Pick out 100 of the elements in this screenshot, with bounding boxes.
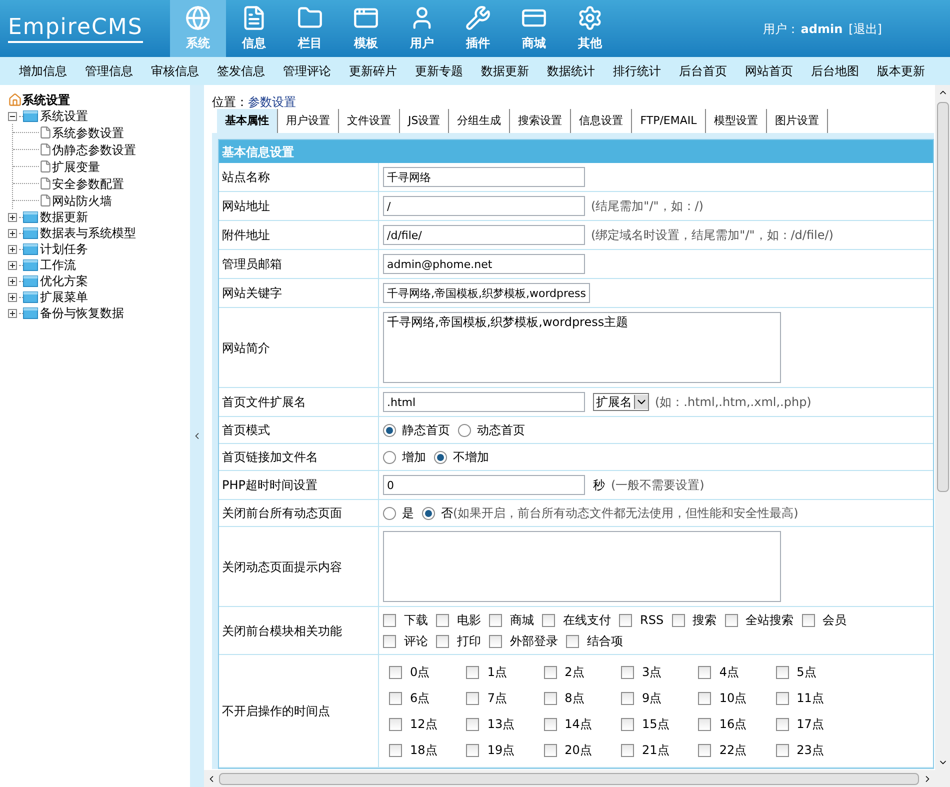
text-input[interactable]: .html <box>383 392 585 412</box>
checkbox[interactable] <box>802 614 815 626</box>
radio-button[interactable] <box>434 450 447 464</box>
menu-link[interactable]: 管理评论 <box>274 62 340 80</box>
checkbox[interactable] <box>466 666 480 678</box>
checkbox[interactable] <box>566 634 579 648</box>
checkbox[interactable] <box>621 666 634 678</box>
nav-tab[interactable]: 信息 <box>226 0 282 57</box>
checkbox[interactable] <box>724 614 738 626</box>
radio-button[interactable] <box>458 424 471 436</box>
tree-item[interactable]: 备份与恢复数据 <box>40 304 124 322</box>
radio-button[interactable] <box>383 424 396 436</box>
checkbox[interactable] <box>489 614 502 626</box>
tree-item[interactable]: 工作流 <box>40 256 76 274</box>
text-area[interactable]: 千寻网络,帝国模板,织梦模板,wordpress主题 <box>383 312 781 383</box>
checkbox[interactable] <box>389 692 402 704</box>
checkbox[interactable] <box>466 692 480 704</box>
checkbox[interactable] <box>544 666 557 678</box>
checkbox[interactable] <box>621 744 634 756</box>
nav-tab[interactable]: 商城 <box>506 0 562 57</box>
expand-icon[interactable] <box>8 292 17 302</box>
radio-button[interactable] <box>383 506 396 520</box>
checkbox[interactable] <box>436 634 449 648</box>
checkbox[interactable] <box>621 692 634 704</box>
checkbox[interactable] <box>466 744 480 756</box>
text-input[interactable]: 千寻网络,帝国模板,织梦模板,wordpress <box>383 283 590 303</box>
radio-button[interactable] <box>422 506 435 520</box>
expand-icon[interactable] <box>8 244 17 254</box>
breadcrumb-link[interactable]: 参数设置 <box>248 93 296 109</box>
menu-link[interactable]: 更新碎片 <box>340 62 406 80</box>
expand-icon[interactable] <box>8 260 17 270</box>
checkbox[interactable] <box>544 744 557 756</box>
menu-link[interactable]: 后台地图 <box>802 62 868 80</box>
text-input[interactable]: /d/file/ <box>383 225 585 245</box>
radio-button[interactable] <box>383 450 396 464</box>
dropdown[interactable]: 扩展名 <box>593 393 649 411</box>
text-input[interactable]: 千寻网络 <box>383 167 585 187</box>
text-input[interactable]: admin@phome.net <box>383 254 585 274</box>
checkbox[interactable] <box>489 634 502 648</box>
text-input[interactable]: 0 <box>383 475 585 495</box>
menu-link[interactable]: 后台首页 <box>670 62 736 80</box>
text-area[interactable] <box>383 531 781 602</box>
tree-item[interactable]: 伪静态参数设置 <box>52 140 136 158</box>
menu-link[interactable]: 数据统计 <box>538 62 604 80</box>
menu-link[interactable]: 数据更新 <box>472 62 538 80</box>
checkbox[interactable] <box>544 718 557 730</box>
menu-link[interactable]: 审核信息 <box>142 62 208 80</box>
checkbox[interactable] <box>619 614 632 626</box>
tree-item[interactable]: 计划任务 <box>40 240 88 258</box>
tree-item[interactable]: 扩展菜单 <box>40 288 88 306</box>
checkbox[interactable] <box>698 718 712 730</box>
text-input[interactable]: / <box>383 196 585 216</box>
nav-tab[interactable]: 栏目 <box>282 0 338 57</box>
nav-tab[interactable]: 模板 <box>338 0 394 57</box>
checkbox[interactable] <box>698 744 712 756</box>
checkbox[interactable] <box>776 744 789 756</box>
checkbox[interactable] <box>389 666 402 678</box>
tree-item[interactable]: 系统设置 <box>40 107 88 125</box>
expand-icon[interactable] <box>8 276 17 286</box>
checkbox[interactable] <box>544 692 557 704</box>
tree-item[interactable]: 系统参数设置 <box>52 124 124 142</box>
tree-item[interactable]: 数据更新 <box>40 208 88 226</box>
horizontal-scrollbar[interactable] <box>204 770 950 787</box>
nav-tab[interactable]: 用户 <box>394 0 450 57</box>
checkbox[interactable] <box>466 718 480 730</box>
tree-item[interactable]: 数据表与系统模型 <box>40 224 136 242</box>
checkbox[interactable] <box>389 744 402 756</box>
tree-item[interactable]: 安全参数配置 <box>52 174 124 192</box>
menu-link[interactable]: 版本更新 <box>868 62 934 80</box>
tree-item[interactable]: 优化方案 <box>40 272 88 290</box>
menu-link[interactable]: 管理信息 <box>76 62 142 80</box>
menu-link[interactable]: 增加信息 <box>10 62 76 80</box>
expand-icon[interactable] <box>8 228 17 238</box>
checkbox[interactable] <box>436 614 449 626</box>
vertical-scrollbar[interactable] <box>935 85 950 770</box>
nav-tab[interactable]: 插件 <box>450 0 506 57</box>
collapse-icon[interactable] <box>8 112 17 120</box>
expand-icon[interactable] <box>8 212 17 222</box>
checkbox[interactable] <box>776 718 789 730</box>
tree-item[interactable]: 网站防火墙 <box>52 192 112 210</box>
checkbox[interactable] <box>672 614 685 626</box>
tab[interactable]: 基本属性 <box>217 109 278 133</box>
checkbox[interactable] <box>383 634 396 648</box>
checkbox[interactable] <box>698 692 712 704</box>
checkbox[interactable] <box>776 666 789 678</box>
checkbox-label: 16点 <box>719 716 747 733</box>
menu-link[interactable]: 网站首页 <box>736 62 802 80</box>
checkbox[interactable] <box>542 614 555 626</box>
nav-tab[interactable]: 其他 <box>562 0 618 57</box>
menu-link[interactable]: 更新专题 <box>406 62 472 80</box>
checkbox[interactable] <box>621 718 634 730</box>
checkbox[interactable] <box>698 666 712 678</box>
checkbox[interactable] <box>776 692 789 704</box>
checkbox[interactable] <box>389 718 402 730</box>
expand-icon[interactable] <box>8 308 17 318</box>
checkbox[interactable] <box>383 614 396 626</box>
checkbox-label: 打印 <box>457 633 481 650</box>
menu-link[interactable]: 签发信息 <box>208 62 274 80</box>
menu-link[interactable]: 排行统计 <box>604 62 670 80</box>
tree-item[interactable]: 扩展变量 <box>52 158 100 176</box>
